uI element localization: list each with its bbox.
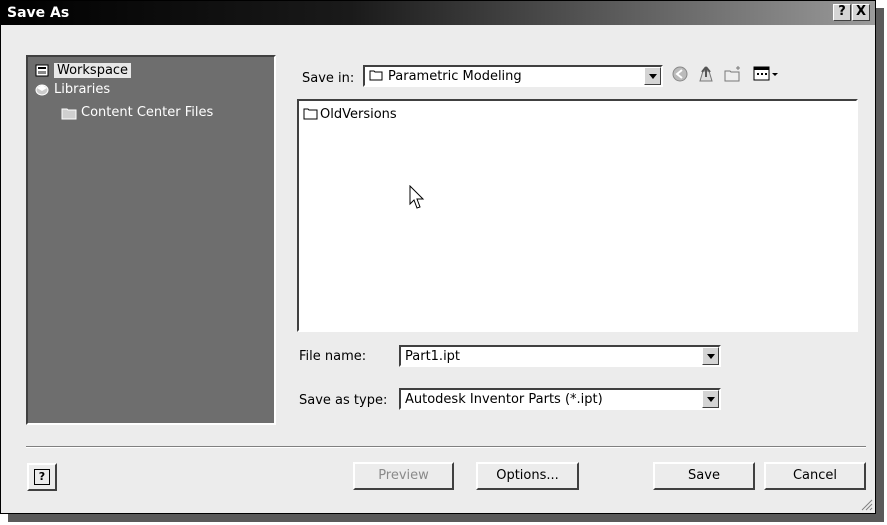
save-as-type-value: Autodesk Inventor Parts (*.ipt) (405, 392, 603, 407)
divider (26, 446, 866, 448)
libraries-icon (35, 84, 49, 95)
sidebar-item-libraries[interactable]: Libraries (34, 81, 110, 99)
close-button[interactable]: X (852, 4, 870, 21)
save-in-value-wrap: Parametric Modeling (369, 68, 522, 85)
folder-icon (369, 70, 383, 81)
folder-icon (61, 108, 77, 119)
view-menu-icon[interactable] (753, 65, 779, 85)
save-as-type-dropdown[interactable]: Autodesk Inventor Parts (*.ipt) (399, 388, 721, 410)
help-icon: ? (34, 469, 50, 485)
file-list[interactable]: OldVersions (297, 99, 858, 332)
back-icon[interactable] (671, 65, 689, 85)
sidebar-item-label: Libraries (54, 82, 111, 97)
preview-button[interactable]: Preview (353, 462, 454, 490)
sidebar-item-content-center[interactable]: Content Center Files (61, 104, 213, 122)
options-button[interactable]: Options... (476, 462, 579, 490)
save-in-value: Parametric Modeling (388, 69, 522, 84)
save-in-dropdown[interactable]: Parametric Modeling (363, 65, 663, 87)
location-sidebar: Workspace Libraries Content Center Files (26, 55, 276, 425)
list-item-label: OldVersions (320, 107, 397, 122)
chevron-down-icon[interactable] (702, 347, 719, 365)
file-name-input[interactable]: Part1.ipt (399, 345, 721, 367)
chevron-down-icon[interactable] (702, 390, 719, 408)
cancel-button[interactable]: Cancel (764, 462, 866, 490)
save-as-dialog: Save As ? X Workspace Libraries Content … (0, 0, 876, 514)
window-title: Save As (7, 5, 70, 21)
sidebar-item-label: Workspace (54, 63, 132, 78)
sidebar-item-workspace[interactable]: Workspace (34, 62, 132, 80)
title-bar: Save As ? X (1, 1, 875, 25)
up-folder-icon[interactable] (697, 65, 715, 85)
workspace-icon (35, 64, 49, 76)
save-button[interactable]: Save (653, 462, 755, 490)
chevron-down-icon[interactable] (644, 67, 661, 85)
save-in-label: Save in: (302, 71, 355, 86)
help-title-button[interactable]: ? (833, 4, 851, 21)
mouse-cursor-icon (409, 185, 425, 209)
sidebar-item-label: Content Center Files (81, 105, 214, 120)
file-name-label: File name: (299, 349, 367, 364)
help-button[interactable]: ? (27, 463, 57, 491)
file-name-value: Part1.ipt (405, 349, 461, 364)
save-as-type-label: Save as type: (299, 393, 388, 408)
folder-icon (303, 108, 318, 120)
new-folder-icon[interactable] (723, 65, 743, 85)
list-item[interactable]: OldVersions (303, 107, 397, 122)
resize-grip-icon[interactable] (861, 499, 873, 511)
